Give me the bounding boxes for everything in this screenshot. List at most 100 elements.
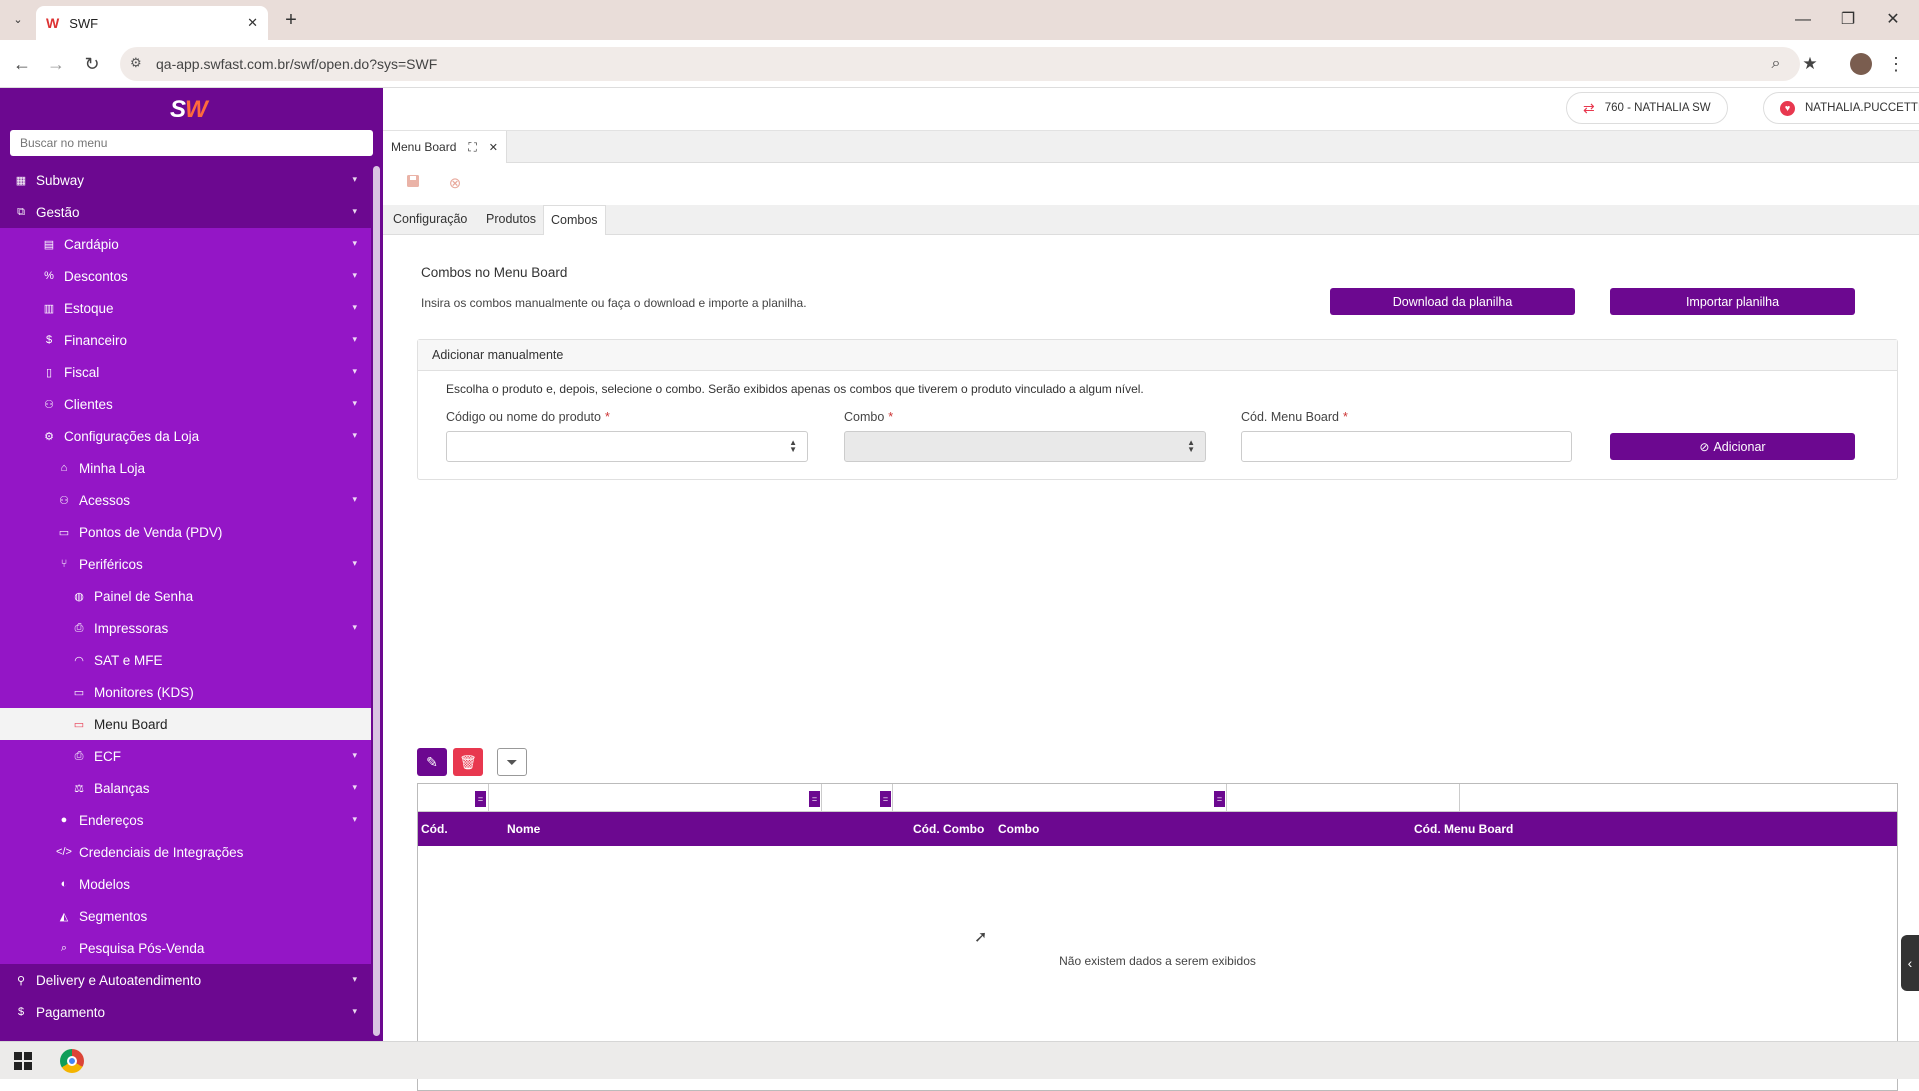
- sidebar-item-enderecos[interactable]: ● Endereços ▾: [0, 804, 371, 836]
- sidebar-item-gestao[interactable]: ⧉ Gestão ▾: [0, 196, 371, 228]
- select-arrows-icon: ▲ ▼: [1187, 438, 1195, 454]
- book-icon: ▤: [43, 238, 55, 251]
- manual-add-header: Adicionar manualmente: [418, 340, 1897, 371]
- sidebar-item-acessos[interactable]: ⚇ Acessos ▾: [0, 484, 371, 516]
- filter-cell-combo[interactable]: =: [893, 784, 1227, 812]
- palette-icon: ◐: [60, 878, 68, 890]
- sidebar-item-subway[interactable]: ▦ Subway ▾: [0, 164, 371, 196]
- chevron-down-icon: ▾: [352, 1006, 357, 1016]
- browser-menu-icon[interactable]: ⋮: [1884, 52, 1908, 76]
- sidebar-item-clientes[interactable]: ⚇ Clientes ▾: [0, 388, 371, 420]
- import-spreadsheet-button[interactable]: Importar planilha: [1610, 288, 1855, 315]
- profile-avatar[interactable]: [1850, 53, 1872, 75]
- url-input[interactable]: ⚙ qa-app.swfast.com.br/swf/open.do?sys=S…: [120, 47, 1800, 81]
- sidebar-item-label: Periféricos: [79, 556, 143, 572]
- sitemap-icon: ⧉: [17, 205, 25, 218]
- sidebar-item-minha-loja[interactable]: ⌂ Minha Loja: [0, 452, 371, 484]
- save-icon[interactable]: [403, 174, 423, 194]
- windows-start-icon[interactable]: [14, 1052, 32, 1070]
- download-spreadsheet-button[interactable]: Download da planilha: [1330, 288, 1575, 315]
- sidebar-item-monitores-kds[interactable]: ▭ Monitores (KDS): [0, 676, 371, 708]
- column-header-menuboard[interactable]: Cód. Menu Board: [1411, 812, 1513, 846]
- user-menu[interactable]: ♥ NATHALIA.PUCCETTI: [1763, 92, 1919, 124]
- minimize-icon[interactable]: —: [1788, 8, 1818, 32]
- sidebar-item-pontos-de-venda-pdv[interactable]: ▭ Pontos de Venda (PDV): [0, 516, 371, 548]
- dollar-icon: $: [45, 334, 53, 346]
- close-window-icon[interactable]: ✕: [1878, 8, 1908, 32]
- sidebar-item-descontos[interactable]: % Descontos ▾: [0, 260, 371, 292]
- edit-button[interactable]: ✎: [417, 748, 447, 776]
- filter-operator[interactable]: =: [475, 791, 486, 807]
- sidebar-item-painel-de-senha[interactable]: ◍ Painel de Senha: [0, 580, 371, 612]
- sidebar-item-label: ECF: [94, 748, 121, 764]
- sidebar-item-sat-e-mfe[interactable]: ◠ SAT e MFE: [0, 644, 371, 676]
- filter-cell-nome[interactable]: =: [489, 784, 822, 812]
- filter-operator[interactable]: =: [880, 791, 891, 807]
- back-icon[interactable]: ←: [10, 52, 34, 76]
- sidebar-item-modelos[interactable]: ◐ Modelos: [0, 868, 371, 900]
- restore-icon[interactable]: ❐: [1833, 8, 1863, 32]
- section-description: Insira os combos manualmente ou faça o d…: [421, 296, 807, 310]
- sidebar-item-segmentos[interactable]: ◭ Segmentos: [0, 900, 371, 932]
- filter-operator[interactable]: =: [809, 791, 820, 807]
- add-button[interactable]: ⊘ Adicionar: [1610, 433, 1855, 460]
- browser-tab[interactable]: W SWF ✕: [36, 6, 268, 40]
- site-info-icon[interactable]: ⚙: [130, 55, 142, 71]
- expand-icon[interactable]: ⛶: [468, 140, 476, 155]
- sidebar-item-pagamento[interactable]: $ Pagamento ▾: [0, 996, 371, 1028]
- new-tab-icon[interactable]: +: [280, 9, 302, 31]
- filter-cell-cod-combo[interactable]: =: [822, 784, 893, 812]
- menu-search-input[interactable]: [10, 130, 373, 156]
- combo-select[interactable]: ▲ ▼: [844, 431, 1206, 462]
- reload-icon[interactable]: ↻: [80, 52, 104, 76]
- collapse-panel-button[interactable]: ‹: [1901, 935, 1919, 991]
- sidebar-item-pesquisa-pos-venda[interactable]: ⌕ Pesquisa Pós-Venda: [0, 932, 371, 964]
- tab-configuracao[interactable]: Configuração: [386, 205, 474, 235]
- file-icon: ▯: [45, 366, 53, 379]
- sidebar-scrollbar[interactable]: [373, 166, 380, 1036]
- product-select[interactable]: ▲ ▼: [446, 431, 808, 462]
- tab-produtos[interactable]: Produtos: [479, 205, 543, 235]
- sidebar-item-cardapio[interactable]: ▤ Cardápio ▾: [0, 228, 371, 260]
- users-icon: ⚇: [44, 398, 54, 411]
- cancel-icon[interactable]: ⊗: [445, 174, 465, 194]
- store-selector[interactable]: ⇄ 760 - NATHALIA SW: [1566, 92, 1728, 124]
- filter-operator[interactable]: =: [1214, 791, 1225, 807]
- percent-icon: %: [44, 270, 54, 282]
- browser-tab-strip: ⌄ W SWF ✕ + — ❐ ✕: [0, 0, 1919, 40]
- tab-list-icon[interactable]: ⌄: [8, 10, 28, 30]
- filter-cell-menuboard[interactable]: [1227, 784, 1460, 812]
- menuboard-code-input[interactable]: [1241, 431, 1572, 462]
- sidebar-item-menu-board[interactable]: ▭ Menu Board: [0, 708, 371, 740]
- column-header-cod[interactable]: Cód.: [418, 812, 448, 846]
- page-tab-menu-board[interactable]: Menu Board ⛶ ✕: [383, 131, 507, 163]
- sidebar-item-impressoras[interactable]: ⎙ Impressoras ▾: [0, 612, 371, 644]
- sidebar-item-estoque[interactable]: ▥ Estoque ▾: [0, 292, 371, 324]
- filter-cell-cod[interactable]: =: [418, 784, 489, 812]
- bookmark-star-icon[interactable]: ★: [1798, 52, 1822, 76]
- chevron-down-icon: ▾: [352, 238, 357, 248]
- sidebar-item-financeiro[interactable]: $ Financeiro ▾: [0, 324, 371, 356]
- sidebar-item-label: Credenciais de Integrações: [79, 844, 244, 860]
- column-header-nome[interactable]: Nome: [504, 812, 540, 846]
- filter-button[interactable]: ⏷: [497, 748, 527, 776]
- app-logo: SW: [170, 96, 208, 123]
- sidebar-item-fiscal[interactable]: ▯ Fiscal ▾: [0, 356, 371, 388]
- sidebar-item-ecf[interactable]: ⎙ ECF ▾: [0, 740, 371, 772]
- chevron-down-icon: ▾: [352, 814, 357, 824]
- sidebar-item-label: Menu Board: [94, 716, 168, 732]
- column-header-combo[interactable]: Combo: [995, 812, 1039, 846]
- chrome-taskbar-icon[interactable]: [60, 1049, 84, 1073]
- zoom-icon[interactable]: ⌕: [1764, 52, 1788, 76]
- sidebar-item-balancas[interactable]: ⚖ Balanças ▾: [0, 772, 371, 804]
- forward-icon[interactable]: →: [44, 52, 68, 76]
- sidebar-item-delivery-e-autoatendimento[interactable]: ⚲ Delivery e Autoatendimento ▾: [0, 964, 371, 996]
- delete-button[interactable]: 🗑: [453, 748, 483, 776]
- sidebar-item-credenciais-de-integracoes[interactable]: </> Credenciais de Integrações: [0, 836, 371, 868]
- tab-combos[interactable]: Combos: [543, 205, 606, 235]
- close-tab-icon[interactable]: ✕: [247, 15, 258, 31]
- column-header-cod-combo[interactable]: Cód. Combo: [910, 812, 984, 846]
- sidebar-item-perifericos[interactable]: ⑂ Periféricos ▾: [0, 548, 371, 580]
- close-page-tab-icon[interactable]: ✕: [489, 141, 498, 154]
- sidebar-item-configuracoes-da-loja[interactable]: ⚙ Configurações da Loja ▾: [0, 420, 371, 452]
